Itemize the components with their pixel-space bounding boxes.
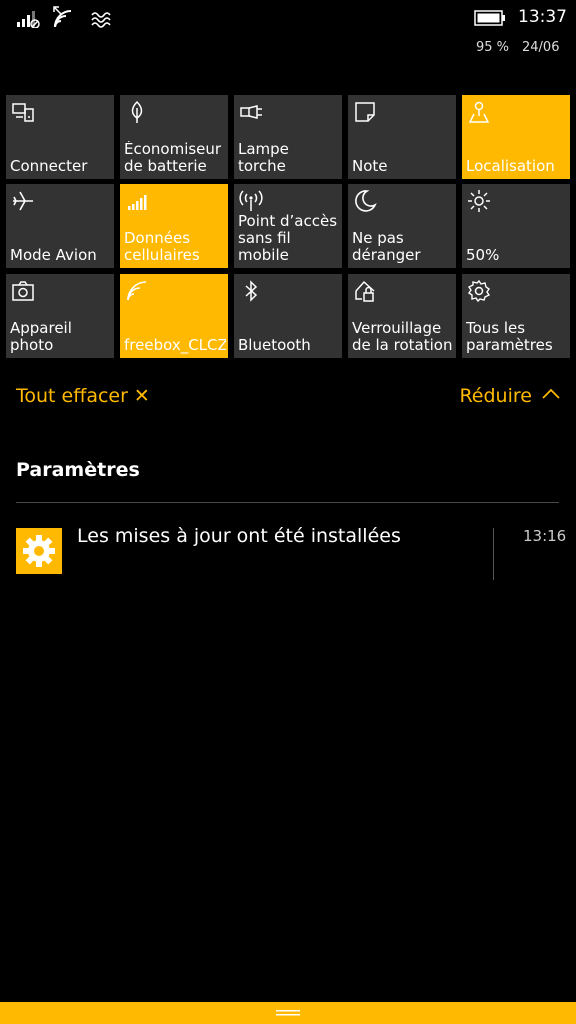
note-icon <box>355 102 375 122</box>
quick-action-label: Point d’accès sans fil mobile <box>238 213 338 264</box>
quick-action-tile[interactable]: Connecter <box>6 95 114 179</box>
flashlight-icon <box>240 105 262 119</box>
quick-action-tile[interactable]: Mode Avion <box>6 184 114 268</box>
battery-icon <box>474 10 506 30</box>
notification-item[interactable]: Les mises à jour ont été installées 13:1… <box>16 524 566 580</box>
quick-action-label: Note <box>352 158 388 175</box>
chevron-up-icon <box>542 388 560 399</box>
quick-action-tile[interactable]: Localisation <box>462 95 570 179</box>
location-icon <box>468 101 490 123</box>
quick-action-tile[interactable]: Appareil photo <box>6 274 114 358</box>
status-time: 13:37 <box>518 7 567 27</box>
airplane-icon <box>13 191 33 211</box>
quick-action-label: 50% <box>466 247 500 264</box>
settings-icon <box>467 279 491 303</box>
battery-saver-icon <box>131 100 143 123</box>
notification-separator <box>493 528 494 580</box>
close-icon: ✕ <box>133 385 150 407</box>
clear-all-label: Tout effacer <box>16 385 128 407</box>
status-date: 24/06 <box>522 40 560 55</box>
notification-text: Les mises à jour ont été installées <box>77 525 401 547</box>
hotspot-icon <box>239 190 263 211</box>
rotation-lock-icon <box>355 280 375 302</box>
quick-action-label: Mode Avion <box>10 247 97 264</box>
status-bar: 13:37 95 % 24/06 <box>0 0 576 60</box>
notification-group-title: Paramètres <box>16 459 140 481</box>
quick-action-label: Appareil photo <box>10 320 72 354</box>
moon-icon <box>355 190 377 212</box>
action-center-handle[interactable] <box>0 1002 576 1024</box>
connect-icon <box>12 103 34 122</box>
quick-action-label: Données cellulaires <box>124 230 200 264</box>
drag-handle-icon <box>276 1010 300 1016</box>
wifi-status-icon <box>52 6 78 28</box>
quick-action-tile[interactable]: Ne pas déranger <box>348 184 456 268</box>
quick-action-tile[interactable]: Économiseur de batterie <box>120 95 228 179</box>
quick-action-label: Ne pas déranger <box>352 230 421 264</box>
quick-action-tile[interactable]: Note <box>348 95 456 179</box>
status-icons <box>16 6 112 28</box>
brightness-icon <box>468 190 490 212</box>
battery-percent: 95 % <box>476 40 510 55</box>
quick-action-tile[interactable]: Bluetooth <box>234 274 342 358</box>
quick-action-label: Verrouillage de la rotation <box>352 320 453 354</box>
quick-action-tile[interactable]: Tous les paramètres <box>462 274 570 358</box>
quick-action-label: Lampe torche <box>238 141 289 175</box>
quick-action-tile[interactable]: Point d’accès sans fil mobile <box>234 184 342 268</box>
gear-icon <box>23 535 55 567</box>
quick-action-label: Connecter <box>10 158 88 175</box>
quick-action-label: freebox_CLCZ <box>124 337 226 354</box>
vibrate-icon <box>90 10 112 28</box>
quick-action-tile[interactable]: freebox_CLCZ <box>120 274 228 358</box>
quick-action-label: Tous les paramètres <box>466 320 553 354</box>
quick-action-tile[interactable]: Verrouillage de la rotation <box>348 274 456 358</box>
signal-strength-icon <box>16 8 40 28</box>
cellular-icon <box>128 195 147 210</box>
quick-action-label: Bluetooth <box>238 337 311 354</box>
camera-icon <box>12 281 34 301</box>
quick-action-tile[interactable]: Lampe torche <box>234 95 342 179</box>
collapse-button[interactable]: Réduire <box>459 385 560 407</box>
notification-app-icon <box>16 528 62 574</box>
quick-action-tile[interactable]: 50% <box>462 184 570 268</box>
quick-action-tile[interactable]: Données cellulaires <box>120 184 228 268</box>
collapse-label: Réduire <box>459 385 532 407</box>
quick-action-label: Économiseur de batterie <box>124 141 222 175</box>
wifi-icon <box>127 281 147 301</box>
clear-all-button[interactable]: Tout effacer ✕ <box>16 385 150 407</box>
divider <box>16 502 559 503</box>
notification-time: 13:16 <box>523 527 567 545</box>
bluetooth-icon <box>245 280 258 302</box>
quick-action-label: Localisation <box>466 158 555 175</box>
